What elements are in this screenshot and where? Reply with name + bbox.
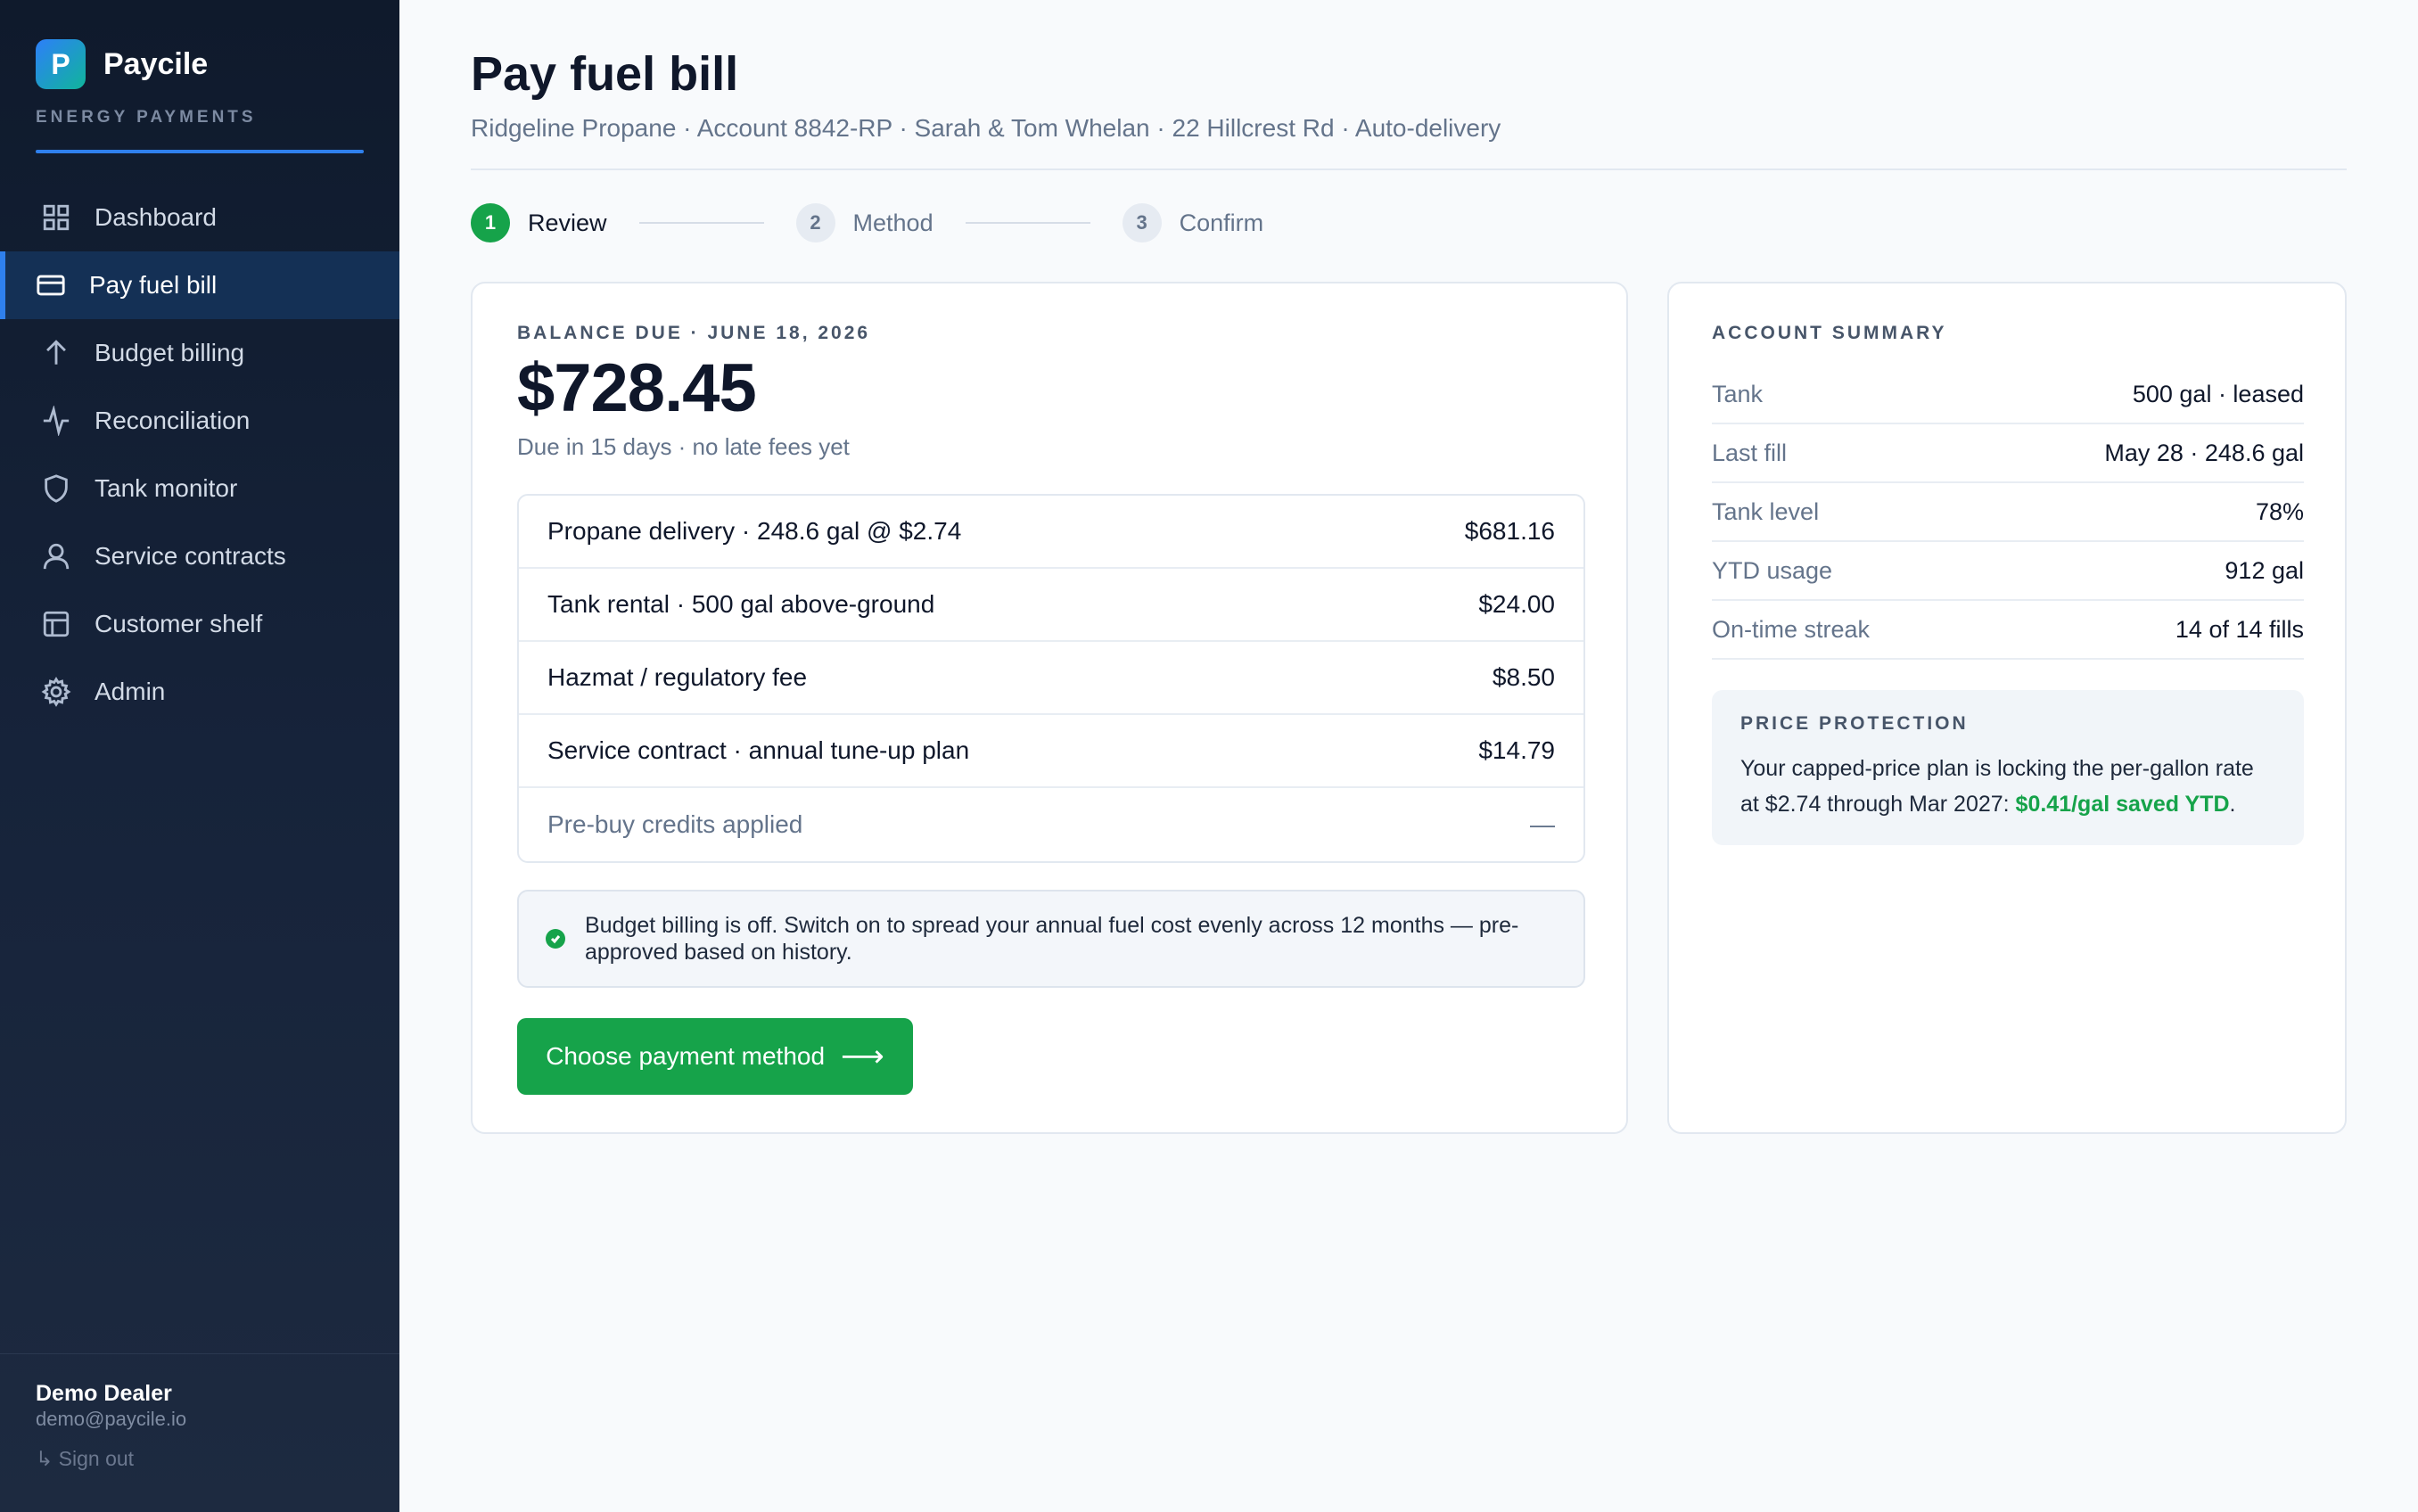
due-note: Due in 15 days · no late fees yet [517, 433, 850, 460]
step-connector [965, 222, 1090, 224]
summary-rows: Tank 500 gal · leased Last fill May 28 ·… [1712, 366, 2304, 660]
line-item-label: Tank rental · 500 gal above-ground [547, 590, 935, 618]
user-name: Demo Dealer [36, 1381, 172, 1406]
protection-savings: $0.41/gal saved YTD [2015, 792, 2230, 817]
step-label: Review [528, 209, 607, 236]
line-item-amount: $8.50 [1492, 663, 1555, 691]
step-number: 1 [471, 203, 510, 242]
sidebar-item-label: Tank monitor [95, 474, 238, 502]
summary-key: Tank [1712, 380, 1764, 407]
line-item: Pre-buy credits applied — [519, 788, 1583, 861]
line-item-amount: — [1530, 810, 1555, 838]
page-subtitle: Ridgeline Propane · Account 8842-RP · Sa… [471, 114, 1501, 142]
table-icon [41, 609, 71, 639]
sidebar-item-label: Service contracts [95, 542, 286, 570]
line-item-amount: $24.00 [1478, 590, 1555, 618]
balance-due-label: BALANCE DUE · JUNE 18, 2026 [517, 323, 871, 343]
gear-icon [41, 677, 71, 707]
credit-card-icon [36, 270, 66, 300]
line-item-label: Service contract · annual tune-up plan [547, 736, 970, 764]
step-confirm[interactable]: 3 Confirm [1122, 203, 1264, 242]
line-item: Service contract · annual tune-up plan $… [519, 715, 1583, 788]
step-method[interactable]: 2 Method [795, 203, 933, 242]
brand[interactable]: P Paycile [36, 39, 208, 89]
summary-key: YTD usage [1712, 556, 1833, 584]
sidebar-item-label: Dashboard [95, 203, 217, 231]
sidebar-item-tank-monitor[interactable]: Tank monitor [0, 455, 399, 522]
step-label: Confirm [1179, 209, 1264, 236]
step-review[interactable]: 1 Review [471, 203, 607, 242]
line-item-amount: $681.16 [1464, 517, 1555, 545]
step-number: 3 [1122, 203, 1162, 242]
summary-value: 500 gal · leased [2132, 380, 2304, 407]
balance-card: BALANCE DUE · JUNE 18, 2026 $728.45 Due … [471, 282, 1628, 1134]
sidebar-item-label: Admin [95, 678, 166, 705]
arrow-right-icon: ⟶ [841, 1040, 884, 1073]
sidebar-item-admin[interactable]: Admin [0, 658, 399, 726]
arrow-up-icon [41, 338, 71, 368]
line-item-label: Hazmat / regulatory fee [547, 663, 808, 691]
sidebar-item-service-contracts[interactable]: Service contracts [0, 522, 399, 590]
sign-out-link[interactable]: ↳ Sign out [36, 1447, 134, 1471]
grid-icon [41, 202, 71, 233]
sidebar-nav: Dashboard Pay fuel bill Budget billing R… [0, 184, 399, 726]
summary-row-ytd-usage: YTD usage 912 gal [1712, 542, 2304, 601]
step-label: Method [852, 209, 933, 236]
sidebar-item-label: Reconciliation [95, 407, 251, 434]
line-item-label: Propane delivery · 248.6 gal @ $2.74 [547, 517, 962, 545]
sidebar-item-label: Budget billing [95, 339, 245, 366]
brand-divider [36, 150, 364, 153]
button-label: Choose payment method [546, 1042, 826, 1070]
user-icon [41, 541, 71, 571]
line-item: Hazmat / regulatory fee $8.50 [519, 642, 1583, 715]
price-protection-title: PRICE PROTECTION [1740, 713, 1969, 734]
brand-subtitle: ENERGY PAYMENTS [36, 108, 257, 127]
summary-value: 14 of 14 fills [2175, 615, 2304, 643]
sidebar-item-pay-fuel-bill[interactable]: Pay fuel bill [0, 251, 399, 319]
summary-row-tank-level: Tank level 78% [1712, 483, 2304, 542]
line-item: Propane delivery · 248.6 gal @ $2.74 $68… [519, 496, 1583, 569]
user-email: demo@paycile.io [36, 1408, 187, 1430]
price-protection-text: Your capped-price plan is locking the pe… [1740, 751, 2275, 822]
page-title: Pay fuel bill [471, 47, 739, 101]
stepper: 1 Review 2 Method 3 Confirm [471, 203, 1263, 242]
notice-text: Budget billing is off. Switch on to spre… [585, 913, 1519, 965]
summary-title: ACCOUNT SUMMARY [1712, 323, 1947, 343]
brand-logo: P [36, 39, 86, 89]
summary-value: May 28 · 248.6 gal [2104, 439, 2304, 466]
summary-value: 912 gal [2225, 556, 2304, 584]
shield-icon [41, 473, 71, 504]
activity-icon [41, 406, 71, 436]
sidebar-item-customer-shelf[interactable]: Customer shelf [0, 590, 399, 658]
summary-key: Tank level [1712, 497, 1820, 525]
check-circle-icon [546, 929, 565, 949]
summary-row-on-time-streak: On-time streak 14 of 14 fills [1712, 601, 2304, 660]
balance-amount: $728.45 [517, 350, 757, 426]
summary-key: On-time streak [1712, 615, 1871, 643]
step-number: 2 [795, 203, 835, 242]
sidebar-item-dashboard[interactable]: Dashboard [0, 184, 399, 251]
summary-key: Last fill [1712, 439, 1788, 466]
sidebar-item-label: Pay fuel bill [89, 271, 218, 299]
line-items: Propane delivery · 248.6 gal @ $2.74 $68… [517, 494, 1585, 863]
summary-row-tank: Tank 500 gal · leased [1712, 366, 2304, 424]
line-item-amount: $14.79 [1478, 736, 1555, 764]
sidebar-item-budget-billing[interactable]: Budget billing [0, 319, 399, 387]
line-item-label: Pre-buy credits applied [547, 810, 803, 838]
step-connector [638, 222, 764, 224]
sidebar: P Paycile ENERGY PAYMENTS Dashboard Pay … [0, 0, 399, 1512]
sidebar-item-reconciliation[interactable]: Reconciliation [0, 387, 399, 455]
account-summary-card: ACCOUNT SUMMARY Tank 500 gal · leased La… [1667, 282, 2347, 1134]
user-panel: Demo Dealer demo@paycile.io ↳ Sign out [0, 1353, 399, 1512]
price-protection-panel: PRICE PROTECTION Your capped-price plan … [1712, 690, 2304, 845]
summary-row-last-fill: Last fill May 28 · 248.6 gal [1712, 424, 2304, 483]
protection-end: . [2229, 792, 2236, 817]
sidebar-item-label: Customer shelf [95, 610, 263, 637]
brand-name: Paycile [103, 46, 209, 81]
title-divider [471, 168, 2347, 170]
summary-value: 78% [2255, 497, 2304, 525]
budget-billing-notice: Budget billing is off. Switch on to spre… [517, 890, 1585, 988]
line-item: Tank rental · 500 gal above-ground $24.0… [519, 569, 1583, 642]
choose-payment-method-button[interactable]: Choose payment method ⟶ [517, 1018, 913, 1095]
